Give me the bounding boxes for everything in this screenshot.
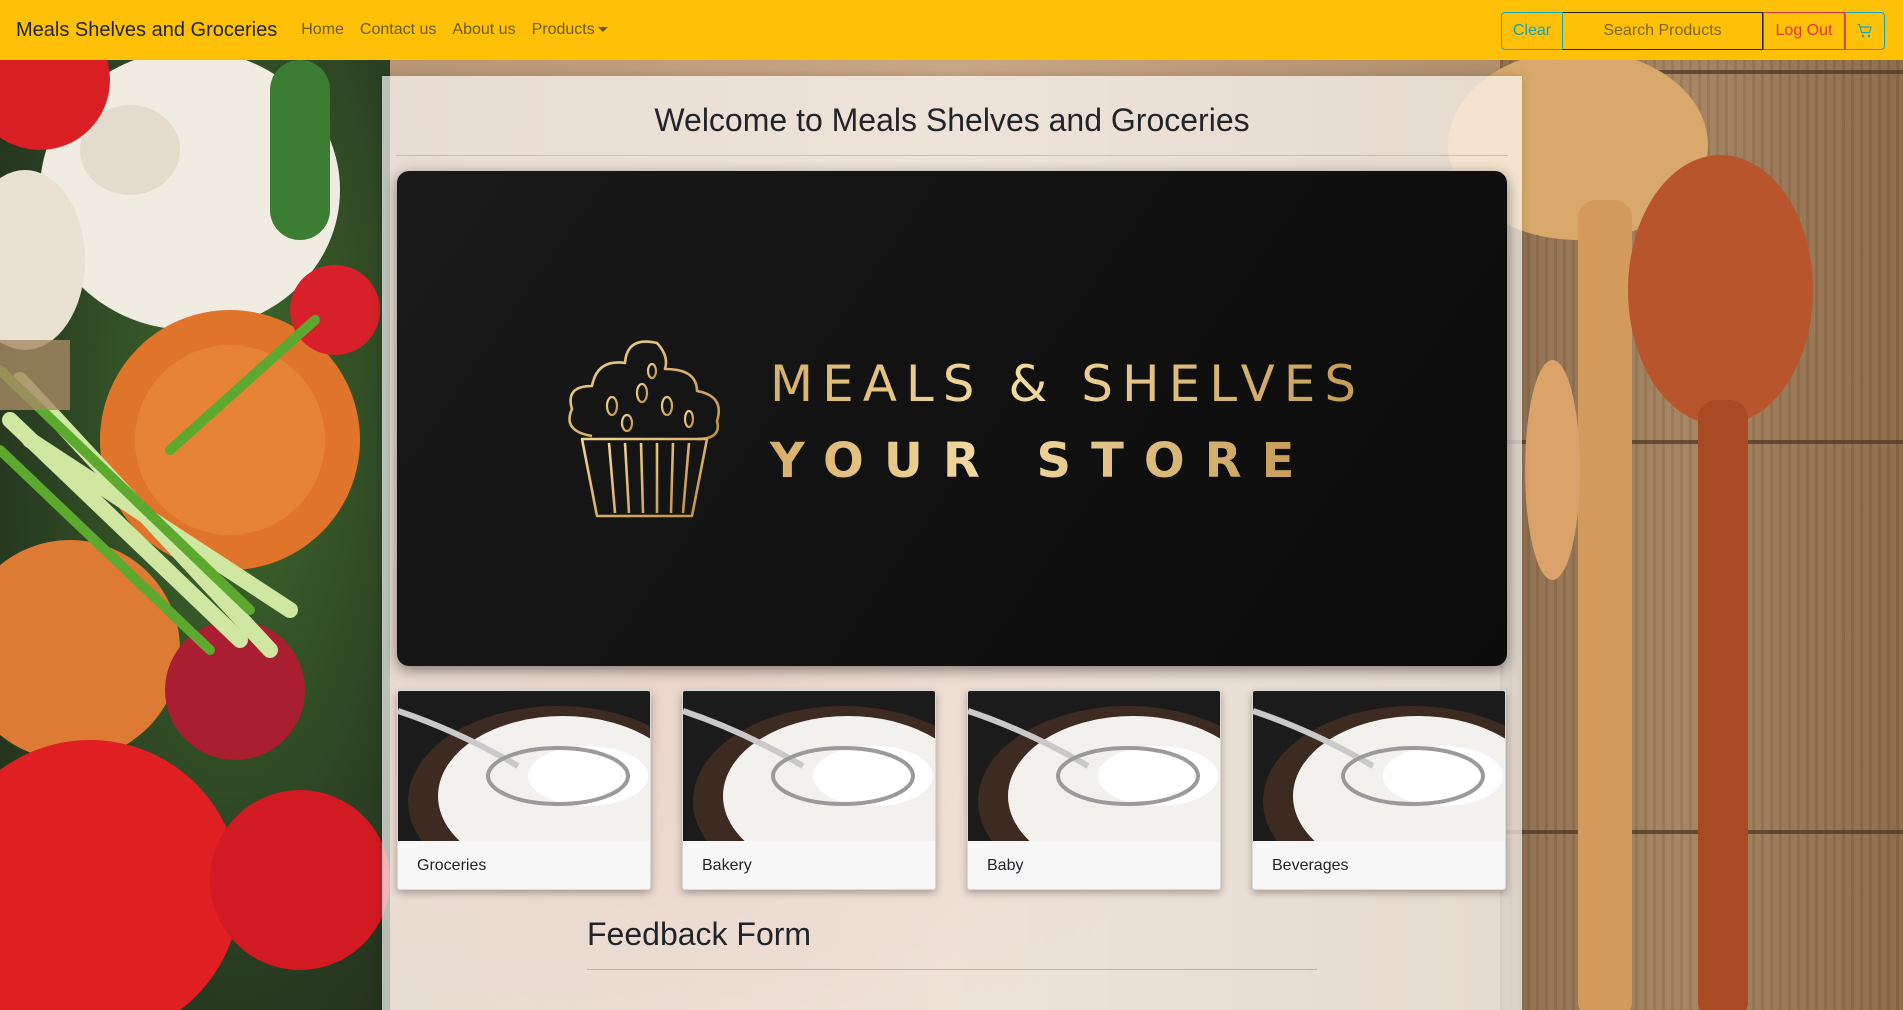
category-card-beverages[interactable]: Beverages: [1252, 690, 1506, 890]
category-label: Bakery: [702, 857, 752, 874]
cupcake-logo-icon: [568, 340, 721, 518]
sugar-spoon-image: [1253, 691, 1505, 841]
nav-contact-link[interactable]: Contact us: [360, 21, 436, 39]
category-label: Baby: [987, 857, 1024, 874]
category-label: Groceries: [417, 857, 487, 874]
main-container: Welcome to Meals Shelves and Groceries M…: [382, 76, 1522, 1010]
nav-home-link[interactable]: Home: [301, 21, 344, 39]
category-card-bakery[interactable]: Bakery: [682, 690, 936, 890]
navbar: Meals Shelves and Groceries Home Contact…: [0, 0, 1903, 60]
brand-link[interactable]: Meals Shelves and Groceries: [16, 19, 277, 42]
logout-button[interactable]: Log Out: [1763, 12, 1845, 50]
sugar-spoon-image: [968, 691, 1220, 841]
caret-down-icon: [597, 27, 608, 33]
wooden-spoon-icon: [1628, 155, 1813, 425]
search-input[interactable]: [1563, 12, 1763, 50]
cart-button[interactable]: [1845, 12, 1885, 50]
category-card-baby[interactable]: Baby: [967, 690, 1221, 890]
nav-about-link[interactable]: About us: [452, 21, 515, 39]
category-card-groceries[interactable]: Groceries: [397, 690, 651, 890]
sugar-spoon-image: [398, 691, 650, 841]
page-title: Welcome to Meals Shelves and Groceries: [654, 102, 1250, 138]
products-label: Products: [531, 21, 595, 38]
cart-icon: [1857, 23, 1872, 38]
wooden-spoon-handle: [1698, 400, 1748, 1010]
category-cards: Groceries Bakery Baby Beverages: [397, 690, 1507, 890]
nav-products-dropdown[interactable]: Products: [532, 21, 608, 39]
title-divider: [396, 155, 1508, 156]
wooden-spoon-handle: [1578, 200, 1632, 1010]
background-vegetables: [0, 0, 390, 1010]
store-banner: MEALS & SHELVES YOUR STORE: [397, 171, 1507, 666]
sugar-spoon-image: [683, 691, 935, 841]
nav-actions: Clear Log Out: [1501, 12, 1885, 50]
banner-headline: MEALS & SHELVES: [770, 355, 1366, 413]
vegetables-illustration: [0, 10, 390, 1010]
banner-subline: YOUR STORE: [770, 433, 1315, 489]
category-label: Beverages: [1272, 857, 1349, 874]
clear-button[interactable]: Clear: [1501, 12, 1563, 50]
wooden-spoon-icon: [1525, 360, 1580, 580]
feedback-form-title: Feedback Form: [587, 916, 812, 952]
feedback-divider: [587, 969, 1317, 970]
